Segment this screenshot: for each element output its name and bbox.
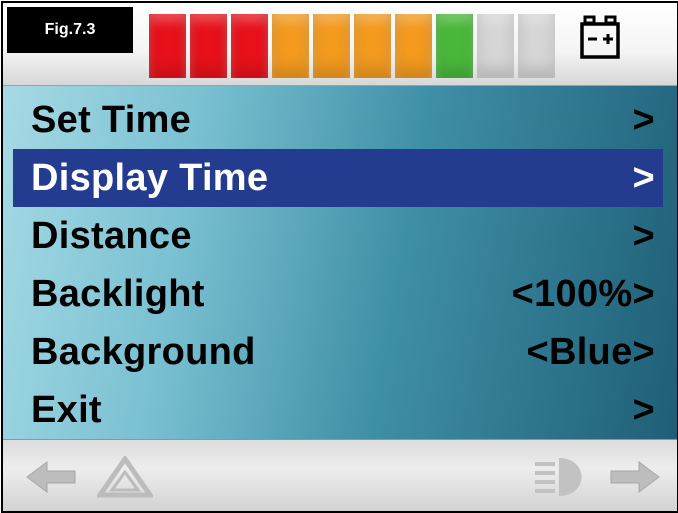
- left-arrow-icon[interactable]: [25, 460, 77, 494]
- battery-segment: [354, 14, 391, 78]
- battery-segment: [190, 14, 227, 78]
- battery-gauge: [149, 14, 555, 78]
- battery-segment: [231, 14, 268, 78]
- menu-item-label: Background: [31, 330, 256, 373]
- battery-segment: [149, 14, 186, 78]
- menu-item-display-time[interactable]: Display Time >: [13, 149, 663, 207]
- display-screen: Fig.7.3 Set Time > Display Time > Distan…: [1, 1, 678, 513]
- menu-item-value: >: [632, 156, 655, 199]
- headlight-icon[interactable]: [533, 454, 591, 500]
- battery-segment: [436, 14, 473, 78]
- figure-label: Fig.7.3: [7, 7, 133, 53]
- menu-item-exit[interactable]: Exit >: [3, 381, 677, 439]
- status-bar: Fig.7.3: [3, 3, 677, 86]
- menu-item-label: Set Time: [31, 98, 192, 141]
- settings-menu: Set Time > Display Time > Distance > Bac…: [3, 91, 677, 439]
- menu-item-value: >: [632, 98, 655, 141]
- battery-segment: [313, 14, 350, 78]
- menu-item-value: >: [632, 214, 655, 257]
- battery-segment: [477, 14, 514, 78]
- menu-item-label: Backlight: [31, 272, 205, 315]
- menu-item-value: <Blue>: [526, 330, 655, 373]
- control-bar: [3, 439, 677, 511]
- battery-icon: [580, 15, 620, 59]
- battery-segment: [518, 14, 555, 78]
- menu-item-label: Distance: [31, 214, 192, 257]
- hazard-warning-icon[interactable]: [97, 456, 153, 498]
- menu-item-value: >: [632, 388, 655, 431]
- menu-item-label: Display Time: [31, 156, 269, 199]
- battery-segment: [395, 14, 432, 78]
- right-arrow-icon[interactable]: [609, 460, 661, 494]
- menu-item-value: <100%>: [511, 272, 655, 315]
- menu-item-set-time[interactable]: Set Time >: [3, 91, 677, 149]
- menu-item-background[interactable]: Background <Blue>: [3, 323, 677, 381]
- battery-segment: [272, 14, 309, 78]
- menu-item-distance[interactable]: Distance >: [3, 207, 677, 265]
- menu-item-backlight[interactable]: Backlight <100%>: [3, 265, 677, 323]
- menu-item-label: Exit: [31, 388, 102, 431]
